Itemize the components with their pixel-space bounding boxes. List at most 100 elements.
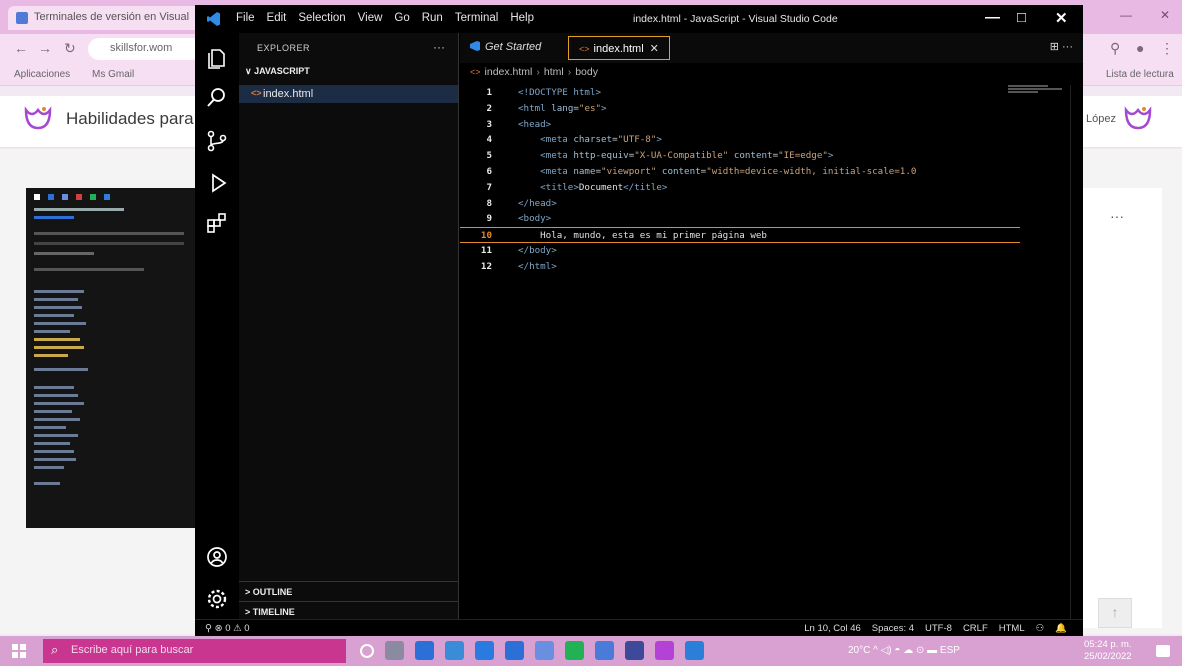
site-title: Habilidades para [66,109,194,128]
notifications-bell-icon[interactable]: 🔔 [1055,623,1067,634]
taskbar-search-input[interactable]: ⌕ Escribe aquí para buscar [43,639,346,663]
code-line[interactable]: 7 <title>Document</title> [460,180,1020,196]
bookmark-apps[interactable]: Aplicaciones [14,69,70,80]
status-cursor-position[interactable]: Ln 10, Col 46 [804,623,861,634]
desktop-screen: Terminales de versión en Visual — ✕ ← → … [0,0,1182,666]
settings-gear-icon[interactable] [205,587,229,611]
code-line[interactable]: 5 <meta http-equiv="X-UA-Compatible" con… [460,148,1020,164]
status-language[interactable]: HTML [999,623,1025,634]
menu-file[interactable]: File [235,12,256,24]
profile-icon[interactable]: ● [1136,40,1144,56]
reload-icon[interactable]: ↻ [64,40,76,57]
menu-edit[interactable]: Edit [266,12,288,24]
line-number: 11 [480,244,492,256]
source-control-icon[interactable] [205,129,229,153]
back-icon[interactable]: ← [14,40,28,56]
taskbar-app-icon[interactable] [415,641,434,660]
menu-selection[interactable]: Selection [297,12,346,24]
tab-close-icon[interactable]: ✕ [650,43,659,55]
forward-icon[interactable]: → [38,40,52,56]
menu-icon[interactable]: ⋮ [1160,40,1174,57]
taskbar-app-icon[interactable] [685,641,704,660]
windows-start-icon[interactable] [12,644,26,658]
extensions-icon[interactable]: ⚲ [1110,40,1120,57]
taskbar-app-icon[interactable] [445,641,464,660]
line-number: 3 [486,118,492,130]
code-line[interactable]: 6 <meta name="viewport" content="width=d… [460,164,1020,180]
code-line[interactable]: 3 <head> [460,117,1020,133]
menu-view[interactable]: View [357,12,384,24]
tab-index-html[interactable]: <> index.html ✕ [568,36,670,60]
code-line[interactable]: 1 <!DOCTYPE html> [460,85,1020,101]
maximize-button[interactable]: □ [1017,9,1026,26]
menu-terminal[interactable]: Terminal [454,12,499,24]
line-number: 10 [480,230,492,242]
tab-get-started[interactable]: Get Started [460,36,565,60]
taskbar-app-icon[interactable] [595,641,614,660]
folder-javascript[interactable]: ∨ JAVASCRIPT [245,66,310,77]
code-line[interactable]: 10 Hola, mundo, esta es mi primer página… [460,227,1020,243]
minimap[interactable] [1008,85,1066,99]
system-tray[interactable]: 20°C ^ ◁) ◓ ☁ ⊙ ▬ ESP [848,645,960,656]
card-more-icon[interactable]: ··· [1110,208,1124,224]
search-icon[interactable] [205,85,229,109]
browser-minimize-icon[interactable]: — [1120,8,1132,22]
editor-scrollbar[interactable] [1070,85,1083,619]
browser-tab[interactable]: Terminales de versión en Visual [8,6,200,30]
feedback-icon[interactable]: ⚇ [1036,623,1045,634]
taskbar-clock[interactable]: 05:24 p. m. 25/02/2022 [1084,639,1132,663]
status-eol[interactable]: CRLF [963,623,988,634]
line-text: </html> [518,260,557,272]
taskbar-app-icon[interactable] [655,641,674,660]
status-problems[interactable]: ⚲ ⊗ 0 ⚠ 0 [205,623,250,634]
outline-section[interactable]: > OUTLINE [239,581,458,601]
breadcrumb-body[interactable]: body [575,66,598,78]
bookmark-reading-list[interactable]: Lista de lectura [1106,69,1174,80]
browser-close-icon[interactable]: ✕ [1160,8,1170,22]
taskbar-app-icon[interactable] [565,641,584,660]
code-line[interactable]: 2 <html lang="es"> [460,101,1020,117]
code-line[interactable]: 12 </html> [460,259,1020,275]
close-button[interactable]: ✕ [1055,9,1068,27]
code-line[interactable]: 8 </head> [460,196,1020,212]
scroll-top-button[interactable]: ↑ [1098,598,1132,628]
taskbar-app-icon[interactable] [625,641,644,660]
explorer-header: EXPLORER [257,43,311,53]
search-placeholder: Escribe aquí para buscar [71,644,194,656]
minimize-button[interactable]: — [985,9,1000,26]
explorer-more-icon[interactable]: ··· [433,40,445,54]
address-bar[interactable]: skillsfor.wom [88,38,202,60]
site-user-name[interactable]: López [1086,113,1116,125]
accounts-icon[interactable] [205,545,229,569]
taskbar-app-icon[interactable] [360,644,374,658]
split-editor-icon[interactable]: ⊞ ··· [1050,40,1073,53]
run-debug-icon[interactable] [205,171,229,195]
search-icon: ⌕ [51,642,59,657]
breadcrumb-html[interactable]: html [544,66,564,78]
file-item-index-html[interactable]: <> index.html [239,85,458,103]
code-line[interactable]: 9 <body> [460,211,1020,227]
tab-favicon-icon [16,12,28,24]
notification-center-icon[interactable] [1156,645,1170,657]
site-logo-icon[interactable] [22,102,54,134]
menu-go[interactable]: Go [393,12,410,24]
code-editor[interactable]: 1 <!DOCTYPE html> 2 <html lang="es"> 3 <head>… [460,85,1020,275]
taskbar-app-icon[interactable] [505,641,524,660]
status-indentation[interactable]: Spaces: 4 [872,623,914,634]
menu-help[interactable]: Help [509,12,535,24]
taskbar-app-icon[interactable] [475,641,494,660]
tab-label: Get Started [485,41,542,53]
status-encoding[interactable]: UTF-8 [925,623,952,634]
menu-run[interactable]: Run [421,12,444,24]
taskbar-app-icon[interactable] [535,641,554,660]
line-number: 5 [486,150,492,162]
bookmark-gmail[interactable]: Ms Gmail [92,69,134,80]
breadcrumb-file[interactable]: index.html [485,66,533,78]
code-line[interactable]: 4 <meta charset="UTF-8"> [460,132,1020,148]
line-text: </head> [518,197,557,209]
code-line[interactable]: 11 </body> [460,243,1020,259]
taskbar-app-icon[interactable] [385,641,404,660]
explorer-icon[interactable] [205,47,229,71]
timeline-section[interactable]: > TIMELINE [239,601,458,621]
extensions-icon[interactable] [205,211,229,235]
